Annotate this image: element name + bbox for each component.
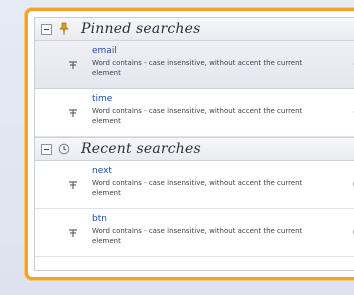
text-search-icon [69, 109, 77, 117]
search-history-list: Pinned searches email Word contains - ca… [34, 17, 354, 271]
search-history-stage: Pinned searches email Word contains - ca… [0, 0, 354, 295]
pinned-search-item[interactable]: email Word contains - case insensitive, … [35, 41, 354, 89]
search-term-link[interactable]: next [92, 166, 112, 176]
text-search-icon [69, 61, 77, 69]
clock-icon [57, 142, 71, 156]
search-history-panel: Pinned searches email Word contains - ca… [25, 8, 354, 280]
text-search-icon [69, 181, 77, 189]
search-term-link[interactable]: btn [92, 214, 107, 224]
search-description: Word contains - case insensitive, withou… [92, 107, 303, 125]
search-description: Word contains - case insensitive, withou… [92, 227, 303, 245]
pinned-group-header[interactable]: Pinned searches [35, 18, 354, 41]
recent-search-item[interactable]: btn Word contains - case insensitive, wi… [35, 209, 354, 257]
collapse-minus-icon[interactable] [41, 143, 52, 155]
search-description: Word contains - case insensitive, withou… [92, 59, 303, 77]
pinned-group-title: Pinned searches [81, 21, 201, 37]
pin-icon [57, 22, 71, 36]
pinned-search-item[interactable]: time Word contains - case insensitive, w… [35, 89, 354, 137]
recent-group-header[interactable]: Recent searches [35, 137, 354, 161]
search-term-link[interactable]: email [92, 46, 117, 56]
collapse-minus-icon[interactable] [41, 23, 52, 35]
recent-group-title: Recent searches [81, 141, 201, 157]
search-description: Word contains - case insensitive, withou… [92, 179, 303, 197]
recent-search-item[interactable]: next Word contains - case insensitive, w… [35, 161, 354, 209]
text-search-icon [69, 229, 77, 237]
search-term-link[interactable]: time [92, 94, 112, 104]
